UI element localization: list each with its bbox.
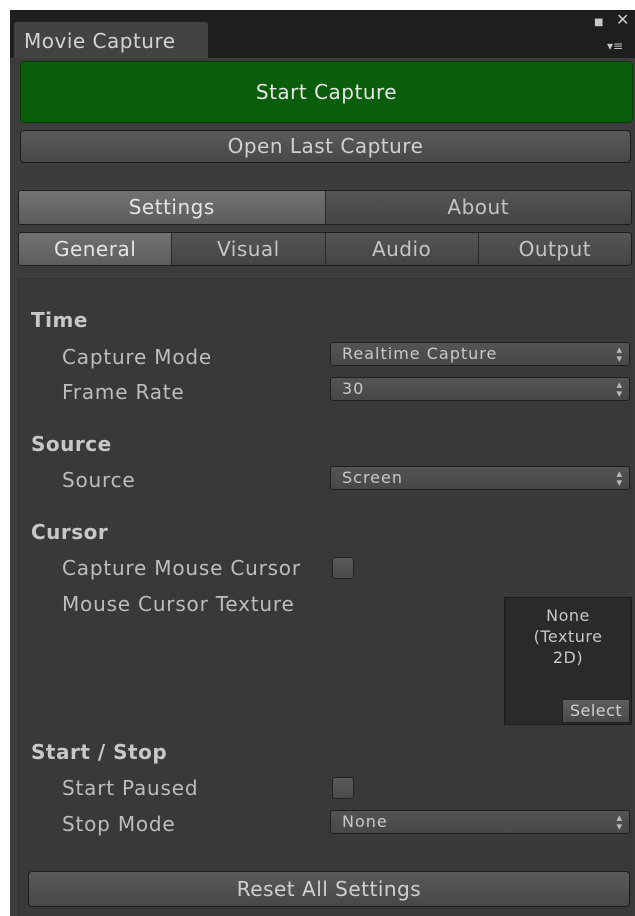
maximize-icon[interactable]: ■ [594,16,603,29]
general-settings-panel: Time Capture Mode Realtime Capture ▴ ▾ Fr… [18,278,632,916]
updown-arrows-icon: ▴ ▾ [616,378,623,400]
start-paused-label: Start Paused [62,776,199,800]
mouse-cursor-texture-field[interactable]: None (Texture 2D) Select [504,597,632,725]
start-capture-button[interactable]: Start Capture [20,61,633,123]
tab-general[interactable]: General [19,233,172,265]
close-icon[interactable]: ✕ [616,12,629,28]
updown-arrows-icon: ▴ ▾ [616,811,623,833]
start-paused-checkbox[interactable] [332,777,354,799]
tab-about[interactable]: About [324,191,631,224]
source-dropdown[interactable]: Screen ▴ ▾ [330,466,630,490]
texture-value-line-2: (Texture [533,627,603,646]
mouse-cursor-texture-label: Mouse Cursor Texture [62,592,295,616]
frame-rate-dropdown[interactable]: 30 ▴ ▾ [330,377,630,401]
stop-mode-dropdown[interactable]: None ▴ ▾ [330,810,630,834]
stop-mode-value: None [342,812,388,831]
tab-audio[interactable]: Audio [324,233,478,265]
texture-value: None (Texture 2D) [505,605,631,668]
capture-mouse-cursor-label: Capture Mouse Cursor [62,556,301,580]
capture-mouse-cursor-checkbox[interactable] [332,557,354,579]
menu-icon[interactable]: ▾≡ [607,40,623,53]
open-last-capture-button[interactable]: Open Last Capture [20,130,631,163]
window-tabstrip: Movie Capture ■ ✕ ▾≡ [10,10,635,58]
tab-settings[interactable]: Settings [19,191,325,224]
section-heading-cursor: Cursor [31,520,109,544]
frame-rate-value: 30 [342,379,365,398]
movie-capture-window: Movie Capture ■ ✕ ▾≡ Start Capture Open … [10,10,635,916]
capture-mode-dropdown[interactable]: Realtime Capture ▴ ▾ [330,342,630,366]
tab-output[interactable]: Output [477,233,631,265]
capture-mode-value: Realtime Capture [342,344,498,363]
texture-value-line-1: None [546,606,590,625]
section-heading-source: Source [31,432,112,456]
texture-select-button[interactable]: Select [562,699,630,723]
stop-mode-label: Stop Mode [62,812,176,836]
section-heading-start-stop: Start / Stop [31,740,168,764]
source-label: Source [62,468,136,492]
section-heading-time: Time [31,308,88,332]
capture-mode-label: Capture Mode [62,345,212,369]
source-value: Screen [342,468,404,487]
texture-value-line-3: 2D) [552,648,584,667]
frame-rate-label: Frame Rate [62,380,185,404]
tab-visual[interactable]: Visual [171,233,325,265]
window-tab-movie-capture[interactable]: Movie Capture [13,21,209,58]
sub-tab-bar: General Visual Audio Output [18,232,632,266]
updown-arrows-icon: ▴ ▾ [616,467,623,489]
reset-all-settings-button[interactable]: Reset All Settings [28,871,630,907]
updown-arrows-icon: ▴ ▾ [616,343,623,365]
main-tab-bar: Settings About [18,190,632,225]
